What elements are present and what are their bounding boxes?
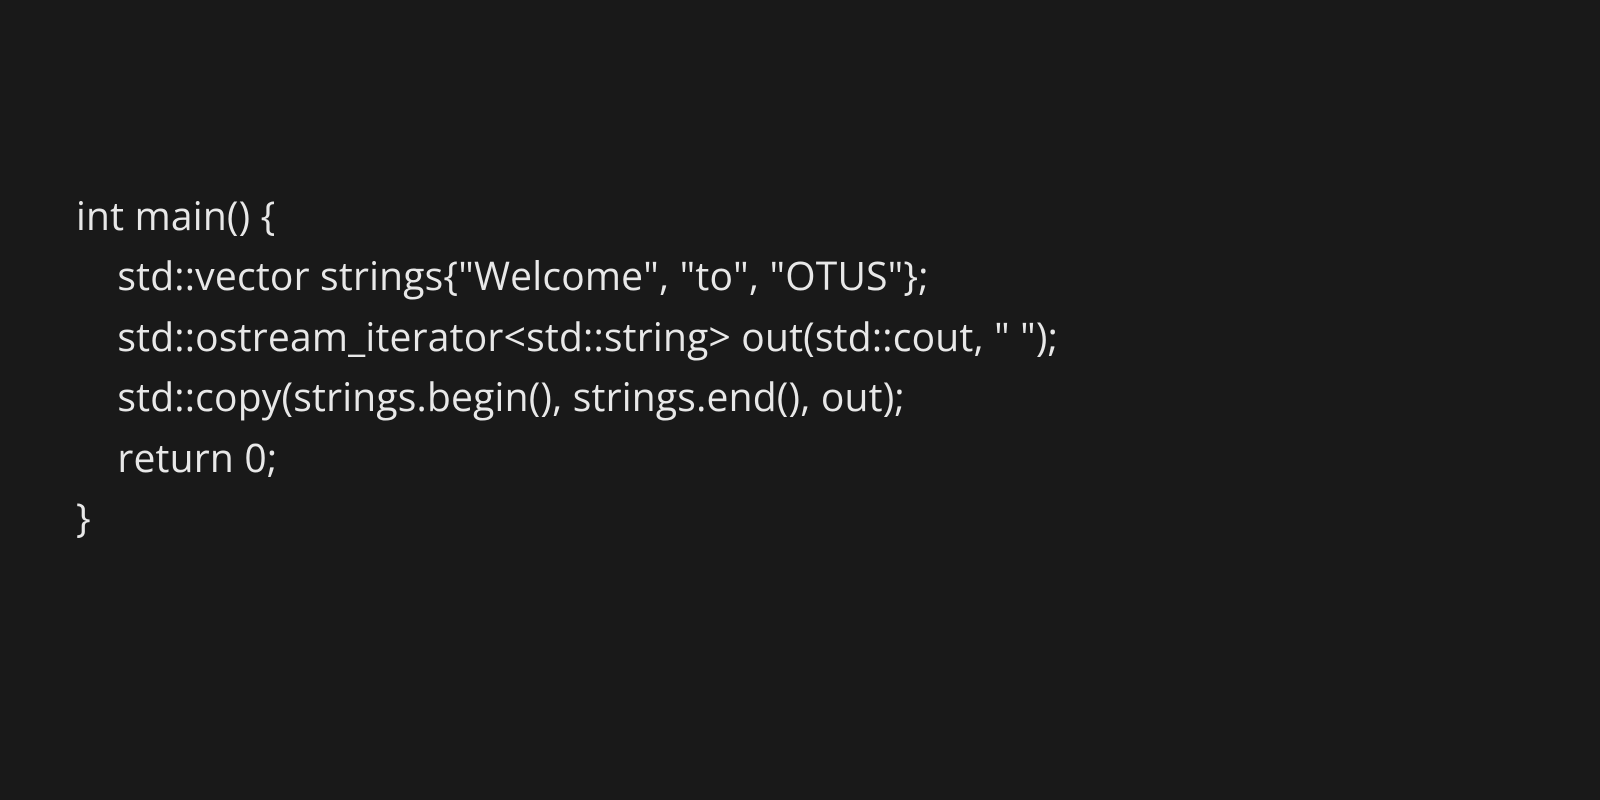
code-line-5: return 0; (76, 431, 277, 484)
code-line-4: std::copy(strings.begin(), strings.end()… (76, 370, 905, 423)
code-snippet: int main() { std::vector strings{"Welcom… (0, 0, 1600, 549)
code-line-3: std::ostream_iterator<std::string> out(s… (76, 310, 1058, 363)
code-line-2: std::vector strings{"Welcome", "to", "OT… (76, 249, 929, 302)
code-line-6: } (76, 491, 91, 544)
code-line-1: int main() { (76, 189, 276, 242)
